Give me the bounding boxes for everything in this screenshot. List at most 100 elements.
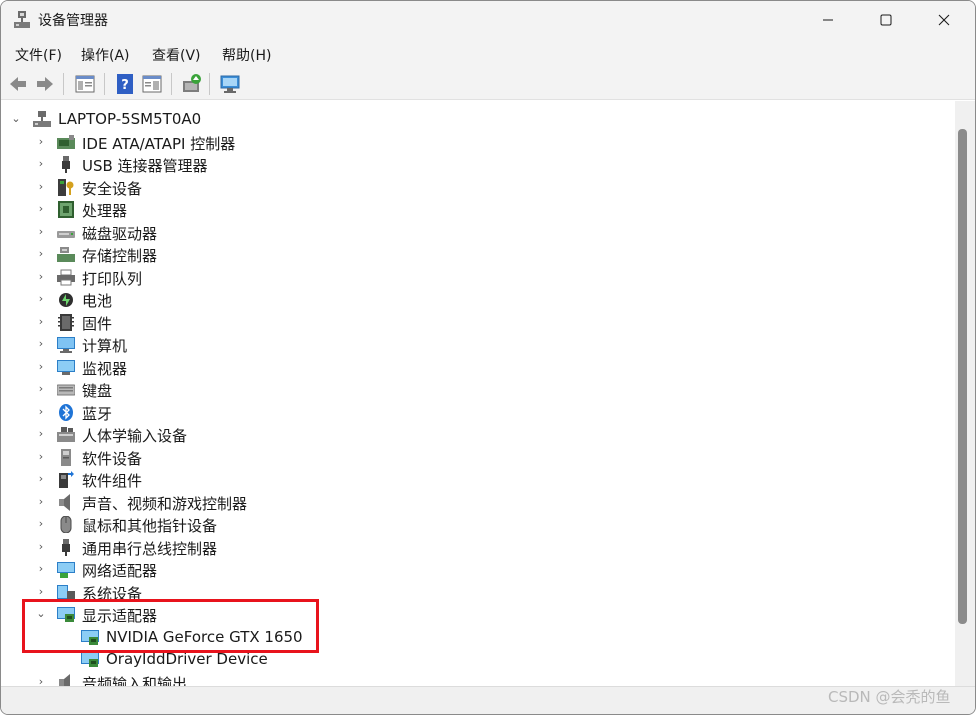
usb-controller-icon (62, 539, 70, 556)
category-label: 固件 (82, 315, 113, 333)
window-title: 设备管理器 (38, 13, 108, 29)
expand-chevron-icon[interactable]: › (36, 226, 46, 238)
back-arrow-icon[interactable] (7, 73, 29, 95)
menu-help[interactable]: 帮助(H) (222, 45, 271, 65)
category-row[interactable]: › 键盘 (1, 378, 955, 400)
category-label: 键盘 (82, 382, 113, 400)
update-driver-icon[interactable] (181, 73, 203, 95)
expand-chevron-icon[interactable]: › (36, 451, 46, 463)
category-label: 电池 (82, 292, 113, 310)
scan-hardware-changes-icon[interactable] (219, 73, 241, 95)
expand-chevron-icon[interactable]: › (36, 271, 46, 283)
properties-icon[interactable] (141, 73, 163, 95)
category-label: 安全设备 (82, 180, 143, 198)
category-row[interactable]: › 计算机 (1, 333, 955, 355)
expand-chevron-icon[interactable]: › (36, 158, 46, 170)
category-row[interactable]: › 声音、视频和游戏控制器 (1, 491, 955, 513)
category-label: 处理器 (82, 202, 128, 220)
expand-chevron-icon[interactable]: › (36, 518, 46, 530)
software-device-icon (61, 449, 71, 466)
category-row[interactable]: › 处理器 (1, 198, 955, 220)
expand-chevron-icon[interactable]: › (36, 676, 46, 687)
toolbar-separator (63, 73, 64, 95)
category-row[interactable]: › 通用串行总线控制器 (1, 536, 955, 558)
category-row[interactable]: › USB 连接器管理器 (1, 153, 955, 175)
menu-file[interactable]: 文件(F) (15, 45, 62, 65)
forward-arrow-icon[interactable] (34, 73, 56, 95)
usb-icon (62, 156, 70, 173)
category-label: 软件组件 (82, 472, 143, 490)
category-label: 通用串行总线控制器 (82, 540, 218, 558)
keyboard-icon (57, 384, 75, 396)
category-label: 蓝牙 (82, 405, 113, 423)
hid-icon (57, 427, 75, 442)
expand-chevron-icon[interactable]: › (36, 181, 46, 193)
scrollbar-thumb[interactable] (958, 129, 967, 624)
category-label: USB 连接器管理器 (82, 157, 208, 175)
category-row[interactable]: › IDE ATA/ATAPI 控制器 (1, 131, 955, 153)
category-label: 磁盘驱动器 (82, 225, 158, 243)
help-icon[interactable]: ? (114, 73, 136, 95)
vertical-scrollbar[interactable] (955, 101, 975, 686)
category-row[interactable]: › 磁盘驱动器 (1, 221, 955, 243)
category-row[interactable]: › 人体学输入设备 (1, 423, 955, 445)
category-row[interactable]: › 蓝牙 (1, 401, 955, 423)
expand-chevron-icon[interactable]: › (36, 541, 46, 553)
category-label: 音频输入和输出 (82, 675, 188, 686)
category-row[interactable]: › 网络适配器 (1, 558, 955, 580)
expand-chevron-icon[interactable]: › (36, 383, 46, 395)
expand-chevron-icon[interactable]: › (36, 361, 46, 373)
category-label: 存储控制器 (82, 247, 158, 265)
display-adapter-icon (81, 652, 99, 667)
menu-view[interactable]: 查看(V) (152, 45, 201, 65)
network-adapter-icon (57, 562, 75, 578)
collapse-chevron-icon[interactable]: ⌄ (11, 113, 21, 125)
category-row[interactable]: › 监视器 (1, 356, 955, 378)
category-row[interactable]: › 音频输入和输出 (1, 671, 955, 686)
expand-chevron-icon[interactable]: › (36, 293, 46, 305)
category-row[interactable]: › 打印队列 (1, 266, 955, 288)
minimize-icon (823, 19, 833, 21)
minimize-button[interactable] (805, 1, 851, 39)
category-label: 监视器 (82, 360, 128, 378)
expand-chevron-icon[interactable]: › (36, 248, 46, 260)
expand-chevron-icon[interactable]: › (36, 586, 46, 598)
expand-chevron-icon[interactable]: › (36, 136, 46, 148)
audio-io-icon (59, 674, 70, 686)
toolbar: ? (1, 69, 975, 100)
category-row[interactable]: › 存储控制器 (1, 243, 955, 265)
expand-chevron-icon[interactable]: › (36, 428, 46, 440)
close-button[interactable] (921, 1, 967, 39)
menu-action[interactable]: 操作(A) (81, 45, 130, 65)
expand-chevron-icon[interactable]: › (36, 338, 46, 350)
maximize-icon (880, 14, 892, 26)
expand-chevron-icon[interactable]: › (36, 563, 46, 575)
show-hide-console-tree-icon[interactable] (74, 73, 96, 95)
category-row[interactable]: › 软件设备 (1, 446, 955, 468)
category-row[interactable]: › 电池 (1, 288, 955, 310)
toolbar-separator (104, 73, 105, 95)
device-manager-app-icon (14, 11, 30, 28)
title-bar[interactable]: 设备管理器 (1, 1, 975, 39)
expand-chevron-icon[interactable]: › (36, 473, 46, 485)
category-row[interactable]: › 软件组件 (1, 468, 955, 490)
tree-root[interactable]: ⌄ LAPTOP-5SM5T0A0 (1, 108, 955, 130)
expand-chevron-icon[interactable]: › (36, 406, 46, 418)
maximize-button[interactable] (863, 1, 909, 39)
category-row[interactable]: › 固件 (1, 311, 955, 333)
computer-name: LAPTOP-5SM5T0A0 (58, 110, 202, 128)
category-label: 软件设备 (82, 450, 143, 468)
category-row[interactable]: › 鼠标和其他指针设备 (1, 513, 955, 535)
toolbar-separator (209, 73, 210, 95)
software-component-icon (59, 471, 74, 488)
processor-icon (58, 201, 74, 218)
category-label: 人体学输入设备 (82, 427, 188, 445)
menu-bar: 文件(F) 操作(A) 查看(V) 帮助(H) (1, 39, 975, 69)
category-row[interactable]: › 安全设备 (1, 176, 955, 198)
expand-chevron-icon[interactable]: › (36, 203, 46, 215)
category-label: IDE ATA/ATAPI 控制器 (82, 135, 236, 153)
expand-chevron-icon[interactable]: › (36, 496, 46, 508)
bluetooth-icon (59, 404, 73, 421)
monitor-icon (57, 360, 75, 375)
expand-chevron-icon[interactable]: › (36, 316, 46, 328)
